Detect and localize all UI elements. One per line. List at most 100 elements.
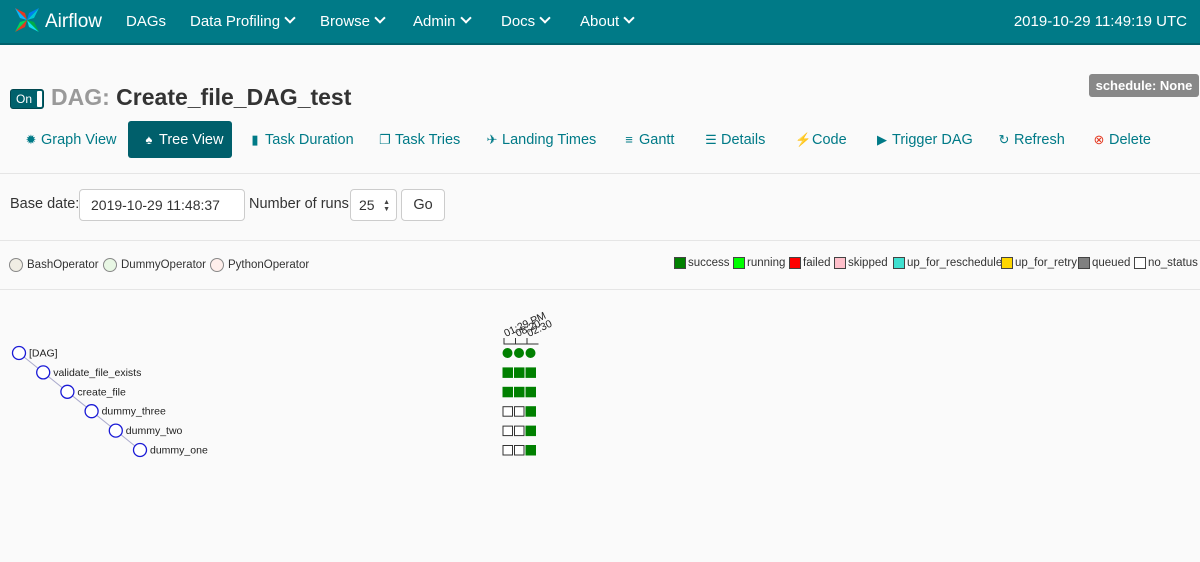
flash-icon: ⚡ (795, 132, 812, 147)
task-instance-square[interactable] (514, 367, 525, 378)
legend-up-for-reschedule[interactable]: up_for_reschedule (893, 257, 1002, 269)
task-label[interactable]: [DAG] (29, 348, 58, 360)
task-instance-square[interactable] (514, 406, 525, 417)
legend-label: no_status (1148, 257, 1198, 269)
tab-label: Task Tries (395, 132, 461, 148)
tab-tree-view[interactable]: ♠ Tree View (128, 121, 232, 158)
server-time: 2019-10-29 11:49:19 UTC (1013, 13, 1187, 30)
task-instance-square[interactable] (525, 367, 536, 378)
nav-docs[interactable]: Docs (501, 0, 551, 43)
nav-docs-label: Docs (501, 13, 536, 30)
legend-queued[interactable]: queued (1078, 257, 1130, 269)
tab-label: Trigger DAG (892, 132, 973, 148)
legend-skipped[interactable]: skipped (834, 257, 888, 269)
tab-graph-view[interactable]: ✹ Graph View (24, 121, 117, 158)
play-circle-icon: ▶ (877, 132, 887, 147)
legend-label: BashOperator (27, 259, 99, 271)
tree-node[interactable] (108, 423, 123, 438)
legend-running[interactable]: running (733, 257, 785, 269)
nav-data-profiling-label: Data Profiling (190, 13, 281, 30)
dag-run-circle[interactable] (502, 348, 513, 358)
tree-node[interactable] (132, 442, 148, 458)
task-instance-square[interactable] (525, 425, 536, 437)
tree-node[interactable] (60, 384, 75, 399)
legend-swatch (789, 257, 801, 269)
legend-swatch (1134, 257, 1146, 269)
legend-success[interactable]: success (674, 257, 730, 269)
chevron-down-icon (459, 12, 472, 24)
list-icon: ☰ (705, 132, 717, 147)
legend-label: queued (1092, 257, 1131, 269)
task-label[interactable]: dummy_three (102, 406, 166, 418)
nav-dags[interactable]: DAGs (126, 0, 166, 43)
tab-delete[interactable]: ⊗ Delete (1092, 121, 1151, 158)
tab-gantt[interactable]: ≡ Gantt (622, 121, 674, 158)
dag-run-circle[interactable] (514, 348, 524, 358)
dag-on-off-toggle[interactable]: On (10, 89, 44, 109)
task-instance-square[interactable] (502, 425, 513, 437)
tab-refresh[interactable]: ↻ Refresh (997, 121, 1065, 158)
nav-browse-label: Browse (320, 13, 371, 30)
tab-task-tries[interactable]: ❐ Task Tries (378, 121, 460, 158)
task-instance-square[interactable] (502, 406, 513, 417)
tab-label: Delete (1109, 132, 1151, 148)
tab-landing-times[interactable]: ✈ Landing Times (485, 121, 597, 158)
legend-label: PythonOperator (228, 259, 310, 271)
legend-up-for-retry[interactable]: up_for_retry (1001, 257, 1077, 269)
tab-label: Refresh (1014, 132, 1065, 148)
tree-node[interactable] (36, 365, 51, 380)
task-label[interactable]: dummy_one (150, 445, 208, 457)
dag-run-circle[interactable] (525, 348, 536, 358)
nav-about[interactable]: About (580, 0, 635, 43)
divider (0, 240, 1200, 241)
task-instances (502, 348, 536, 456)
legend-failed[interactable]: failed (789, 257, 831, 269)
task-instance-square[interactable] (514, 386, 525, 398)
run-header-tick (515, 338, 527, 345)
graph-icon: ✹ (25, 132, 37, 147)
tab-code[interactable]: ⚡Code (795, 121, 847, 158)
page-title: DAG: Create_file_DAG_test (51, 84, 351, 111)
task-label[interactable]: create_file (77, 386, 126, 398)
task-label[interactable]: dummy_two (126, 425, 183, 437)
task-instance-square[interactable] (525, 386, 536, 398)
legend-swatch (1001, 257, 1013, 269)
tab-task-duration[interactable]: ▮ Task Duration (248, 121, 353, 158)
base-date-label: Base date: (10, 196, 80, 212)
task-instance-square[interactable] (514, 425, 525, 437)
nav-admin[interactable]: Admin (413, 0, 472, 43)
tab-trigger-dag[interactable]: ▶ Trigger DAG (875, 121, 973, 158)
nav-dags-label: DAGs (126, 13, 167, 30)
legend-swatch (834, 257, 846, 269)
nav-data-profiling[interactable]: Data Profiling (190, 0, 296, 43)
top-navbar: Airflow DAGs Data Profiling Browse Admin… (0, 0, 1200, 45)
base-date-input[interactable]: 2019-10-29 11:48:37 (79, 189, 245, 221)
legend-swatch (9, 258, 23, 272)
divider (0, 173, 1200, 174)
task-instance-square[interactable] (502, 367, 513, 378)
task-instance-square[interactable] (525, 406, 536, 417)
tree-node[interactable] (84, 404, 99, 419)
tab-label: Gantt (639, 132, 675, 148)
refresh-icon: ↻ (998, 132, 1010, 147)
chevron-down-icon (623, 12, 635, 24)
tab-details[interactable]: ☰ Details (704, 121, 765, 158)
task-instance-square[interactable] (514, 445, 525, 456)
task-instance-square[interactable] (502, 386, 513, 398)
number-of-runs-select[interactable]: 25 ▲ ▼ (350, 189, 397, 221)
task-label[interactable]: validate_file_exists (53, 367, 141, 379)
nav-browse[interactable]: Browse (320, 0, 386, 43)
spinner-arrows-icon: ▲ ▼ (383, 199, 390, 213)
brand[interactable]: Airflow (12, 5, 102, 39)
nav-about-label: About (580, 13, 620, 30)
tree-node[interactable] (11, 345, 27, 361)
tab-label: Tree View (159, 132, 224, 148)
task-instance-square[interactable] (502, 445, 513, 456)
go-button[interactable]: Go (401, 189, 445, 221)
schedule-badge: schedule: None (1089, 74, 1199, 97)
plane-icon: ✈ (486, 132, 498, 147)
legend-label: running (747, 257, 786, 269)
task-instance-square[interactable] (525, 445, 536, 456)
legend-swatch (674, 257, 686, 269)
legend-no-status[interactable]: no_status (1134, 257, 1198, 269)
